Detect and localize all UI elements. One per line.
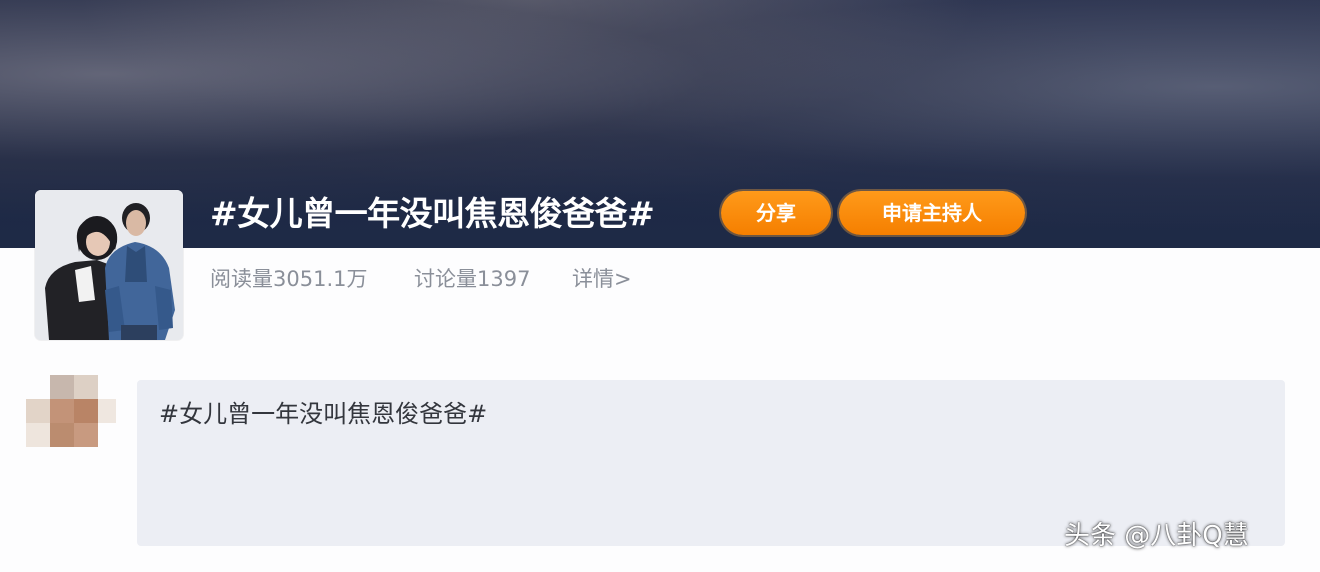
cover-photo-icon [35,190,183,340]
share-button[interactable]: 分享 [721,191,831,235]
avatar-pixel [50,375,74,399]
user-avatar-pixelated[interactable] [26,375,116,447]
avatar-pixel [74,375,98,399]
avatar-pixel [26,423,50,447]
topic-banner [0,0,1320,248]
avatar-pixel [74,399,98,423]
avatar-pixel [50,399,74,423]
avatar-pixel [26,399,50,423]
source-watermark: 头条 @八卦Q慧 [1064,521,1249,551]
avatar-pixel [98,399,116,423]
post-text: #女儿曾一年没叫焦恩俊爸爸# [159,400,488,428]
details-link[interactable]: 详情> [572,263,632,295]
apply-host-button[interactable]: 申请主持人 [839,191,1025,235]
topic-cover-image[interactable] [35,190,183,340]
avatar-pixel [50,423,74,447]
discussion-count: 讨论量1397 [414,267,531,291]
avatar-pixel [74,423,98,447]
topic-title: #女儿曾一年没叫焦恩俊爸爸# [210,194,655,233]
read-count: 阅读量3051.1万 [210,267,368,291]
